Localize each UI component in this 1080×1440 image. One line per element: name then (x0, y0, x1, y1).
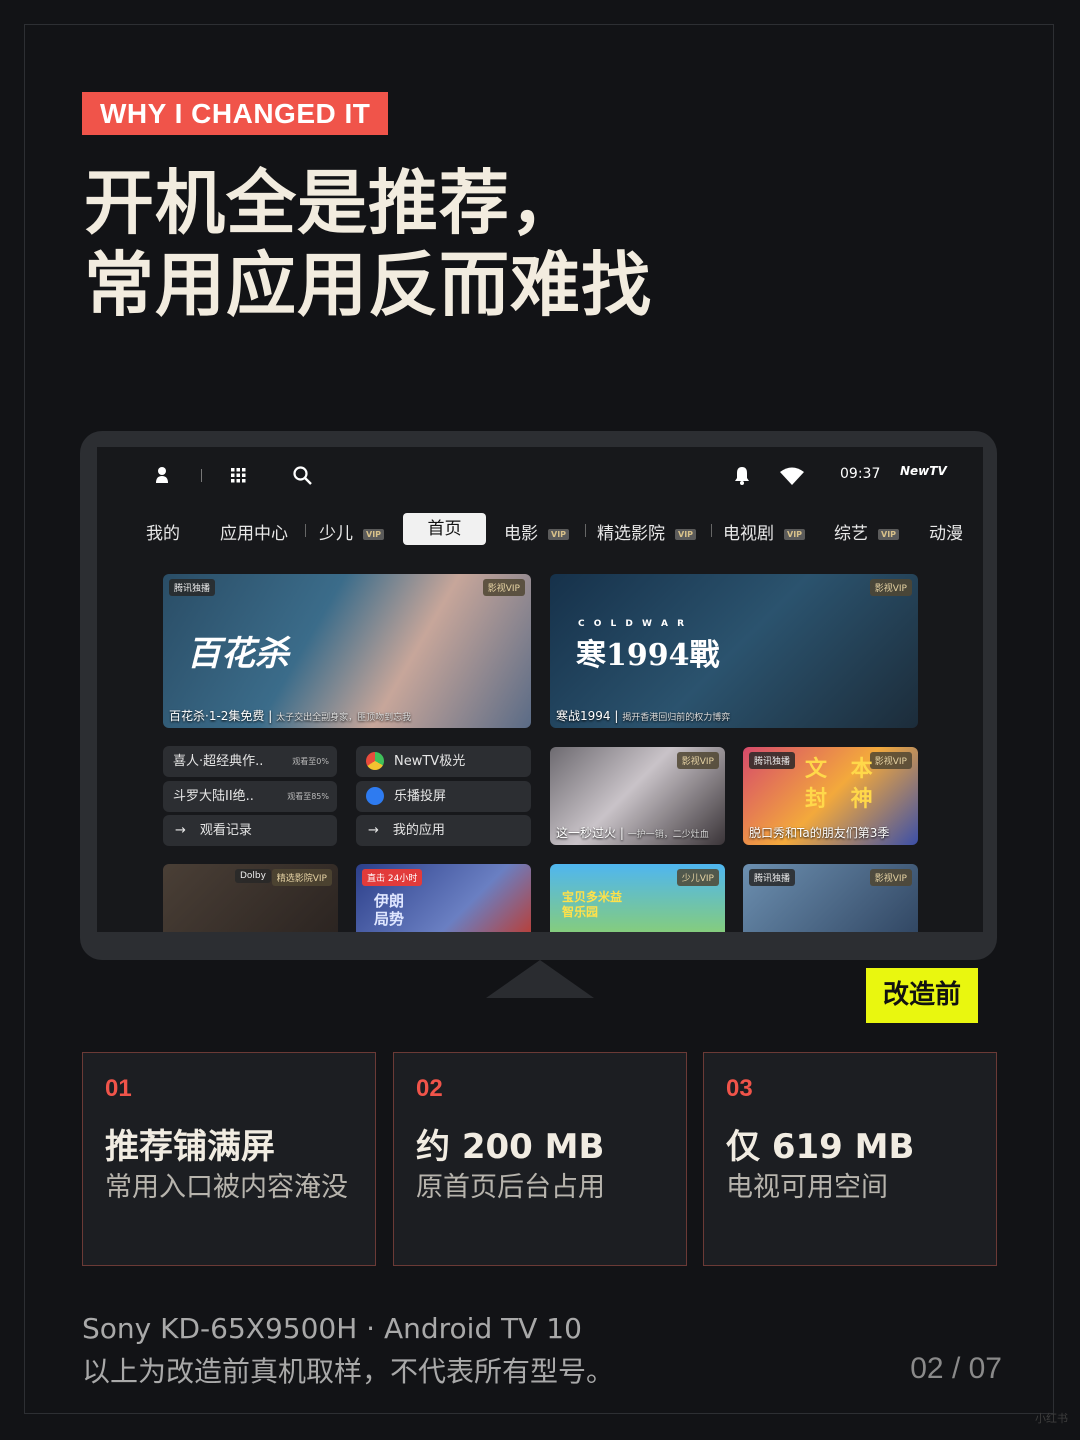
card-zheyimiao[interactable]: 影视VIP 这一秒过火 | 一护一销，二少灶血 (550, 747, 725, 845)
watch-history-button[interactable]: → 观看记录 (163, 815, 337, 846)
page-indicator: 02 / 07 (910, 1352, 1002, 1385)
disclaimer: 以上为改造前真机取样，不代表所有型号。 (82, 1355, 615, 1388)
apps-grid-icon[interactable] (231, 468, 246, 483)
history-item[interactable]: 斗罗大陆II绝.. 观看至85% (163, 781, 337, 812)
my-apps-button[interactable]: → 我的应用 (356, 815, 531, 846)
stat-card-3: 03 仅 619 MB 电视可用空间 (703, 1052, 997, 1266)
history-item[interactable]: 喜人·超经典作.. 观看至0% (163, 746, 337, 777)
tab-cinema[interactable]: 精选影院 VIP (597, 519, 697, 544)
device-info: Sony KD-65X9500H · Android TV 10 (82, 1312, 582, 1345)
vip-badge: 影视VIP (869, 869, 912, 886)
tab-anime[interactable]: 动漫 (929, 519, 963, 544)
brand-logo: NewTV (900, 464, 947, 478)
hero-card-coldwar[interactable]: 影视VIP C O L D W A R 寒1994戰 寒战1994 | 揭开香港… (550, 574, 918, 728)
exclusive-badge: 腾讯独播 (169, 579, 216, 596)
clock: 09:37 (840, 466, 881, 482)
vip-badge: 影视VIP (869, 579, 912, 596)
poster-title: 伊朗局势 (374, 892, 405, 928)
app-newtv[interactable]: NewTV极光 (356, 746, 531, 777)
hero-card-baihuasha[interactable]: 腾讯独播 影视VIP 百花杀 百花杀·1-2集免费 | 太子交出全副身家，匪顶吻… (163, 574, 531, 728)
user-icon[interactable] (155, 466, 169, 484)
card-talkshow[interactable]: 腾讯独播 影视VIP 文 本 封 神 脱口秀和Ta的朋友们第3季 (743, 747, 918, 845)
stat-card-2: 02 约 200 MB 原首页后台占用 (393, 1052, 687, 1266)
stat-title: 约 200 MB (416, 1127, 605, 1167)
vip-badge: VIP (363, 528, 385, 540)
poster-title: 寒1994戰 (576, 638, 720, 673)
status-divider (201, 469, 202, 482)
vip-badge: 精选影院VIP (271, 869, 332, 886)
wifi-icon (780, 467, 804, 485)
tab-movies[interactable]: 电影 VIP (504, 519, 570, 544)
section-tag: WHY I CHANGED IT (82, 92, 389, 135)
tab-separator (711, 524, 712, 537)
bottom-card-drama[interactable]: 腾讯独播 影视VIP (743, 864, 918, 932)
stat-card-1: 01 推荐铺满屏 常用入口被内容淹没 (82, 1052, 376, 1266)
tab-mine[interactable]: 我的 (146, 519, 180, 544)
stat-description: 常用入口被内容淹没 (105, 1172, 348, 1203)
search-icon[interactable] (293, 466, 312, 485)
card-caption: 百花杀·1-2集免费 | 太子交出全副身家，匪顶吻到忘我 (169, 709, 412, 723)
before-label: 改造前 (866, 968, 978, 1023)
app-lebo[interactable]: 乐播投屏 (356, 781, 531, 812)
tv-screen: 09:37 NewTV 我的 应用中心 少儿 VIP 首页 电影 VIP 精选影院 V… (97, 447, 983, 932)
stat-number: 03 (726, 1075, 753, 1102)
vip-badge: VIP (784, 528, 806, 540)
exclusive-badge: 腾讯独播 (749, 869, 796, 886)
stat-title: 推荐铺满屏 (105, 1127, 275, 1167)
bell-icon[interactable] (734, 466, 750, 485)
vip-badge: VIP (548, 528, 570, 540)
live-badge: 直击 24小时 (362, 869, 423, 886)
card-caption: 寒战1994 | 揭开香港回归前的权力博弈 (556, 709, 731, 723)
poster-subtitle: C O L D W A R (578, 619, 688, 629)
tab-separator (305, 524, 306, 537)
arrow-right-icon: → (175, 823, 186, 838)
vip-badge: VIP (878, 528, 900, 540)
card-caption: 这一秒过火 | 一护一销，二少灶血 (556, 826, 709, 840)
headline-line-1: 开机全是推荐， (84, 162, 581, 244)
tab-kids[interactable]: 少儿 VIP (319, 519, 385, 544)
bottom-card-iran[interactable]: 直击 24小时 伊朗局势 (356, 864, 531, 932)
lebo-app-icon (366, 786, 384, 805)
dolby-badge: Dolby (235, 869, 271, 883)
vip-badge: 少儿VIP (676, 869, 719, 886)
tab-variety[interactable]: 综艺 VIP (834, 519, 900, 544)
poster-title: 百花杀 (187, 634, 289, 674)
tab-separator (585, 524, 586, 537)
vip-badge: VIP (675, 528, 697, 540)
tab-tv-series[interactable]: 电视剧 VIP (723, 519, 806, 544)
tab-home[interactable]: 首页 (403, 513, 486, 545)
tab-app-center[interactable]: 应用中心 (220, 519, 288, 544)
newtv-app-icon (366, 751, 384, 770)
poster-title: 文 本 封 神 (805, 757, 881, 812)
stat-description: 原首页后台占用 (416, 1172, 605, 1203)
headline: 开机全是推荐， 常用应用反而难找 (84, 162, 652, 326)
exclusive-badge: 腾讯独播 (749, 752, 796, 769)
headline-line-2: 常用应用反而难找 (84, 244, 652, 326)
arrow-right-icon: → (368, 823, 379, 838)
card-caption: 脱口秀和Ta的朋友们第3季 (749, 826, 890, 840)
stat-title: 仅 619 MB (726, 1127, 915, 1167)
stat-number: 02 (416, 1075, 443, 1102)
poster-title: 宝贝多米益智乐园 (562, 890, 623, 919)
stat-description: 电视可用空间 (726, 1172, 888, 1203)
bottom-card-dolby[interactable]: Dolby 精选影院VIP (163, 864, 338, 932)
vip-badge: 影视VIP (482, 579, 525, 596)
stat-number: 01 (105, 1075, 132, 1102)
watermark: 小红书 (1035, 1412, 1068, 1425)
bottom-card-kids[interactable]: 少儿VIP 宝贝多米益智乐园 (550, 864, 725, 932)
tv-stand (486, 960, 594, 998)
vip-badge: 影视VIP (676, 752, 719, 769)
